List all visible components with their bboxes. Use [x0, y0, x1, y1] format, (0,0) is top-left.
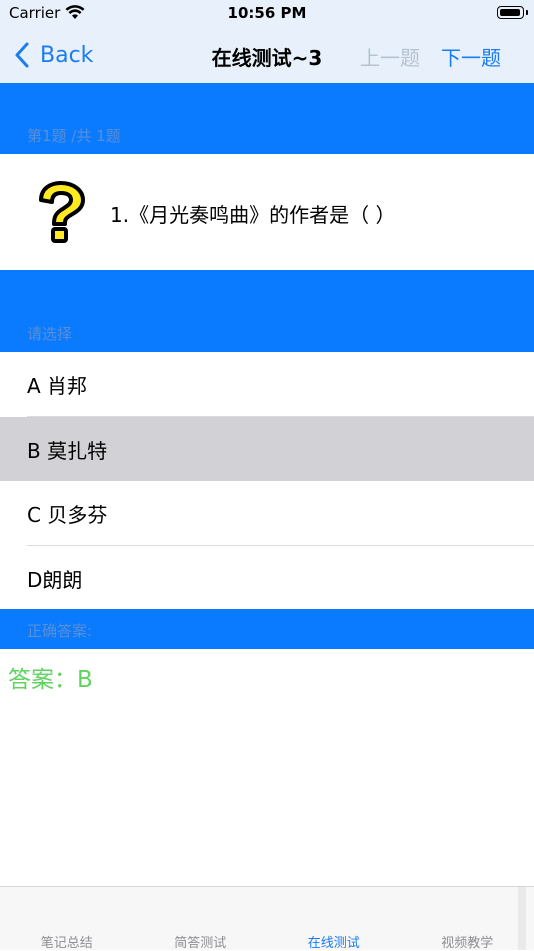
options-section-label: 请选择: [27, 323, 72, 344]
option-label: B 莫扎特: [27, 435, 107, 464]
option-a[interactable]: A 肖邦: [0, 352, 534, 416]
answer-section-label: 正确答案:: [27, 620, 92, 641]
battery-icon: [497, 6, 524, 19]
question-text: 1.《月光奏鸣曲》的作者是（ ）: [110, 199, 395, 228]
option-b[interactable]: B 莫扎特: [0, 417, 534, 481]
status-time: 10:56 PM: [0, 4, 534, 22]
tab-notes-summary[interactable]: 笔记总结: [0, 887, 134, 950]
option-c[interactable]: C 贝多芬: [0, 481, 534, 545]
battery-cap: [526, 10, 528, 15]
tab-bar-edge: [518, 887, 526, 950]
tab-online-test[interactable]: 在线测试: [267, 887, 401, 950]
tab-bar: 笔记总结 简答测试 在线测试 视频教学: [0, 886, 534, 950]
option-label: D朗朗: [27, 564, 82, 593]
previous-question-button[interactable]: 上一题: [360, 42, 420, 71]
option-d[interactable]: D朗朗: [0, 546, 534, 610]
question-mark-icon: [33, 180, 89, 244]
question-count-label: 第1题 /共 1题: [27, 125, 121, 146]
options-section-header: [0, 270, 534, 352]
tab-video-lessons[interactable]: 视频教学: [401, 887, 534, 950]
tab-short-answer-test[interactable]: 简答测试: [134, 887, 268, 950]
option-label: A 肖邦: [27, 370, 87, 399]
next-question-button[interactable]: 下一题: [441, 42, 501, 71]
option-label: C 贝多芬: [27, 499, 107, 528]
correct-answer-text: 答案：B: [8, 660, 93, 694]
